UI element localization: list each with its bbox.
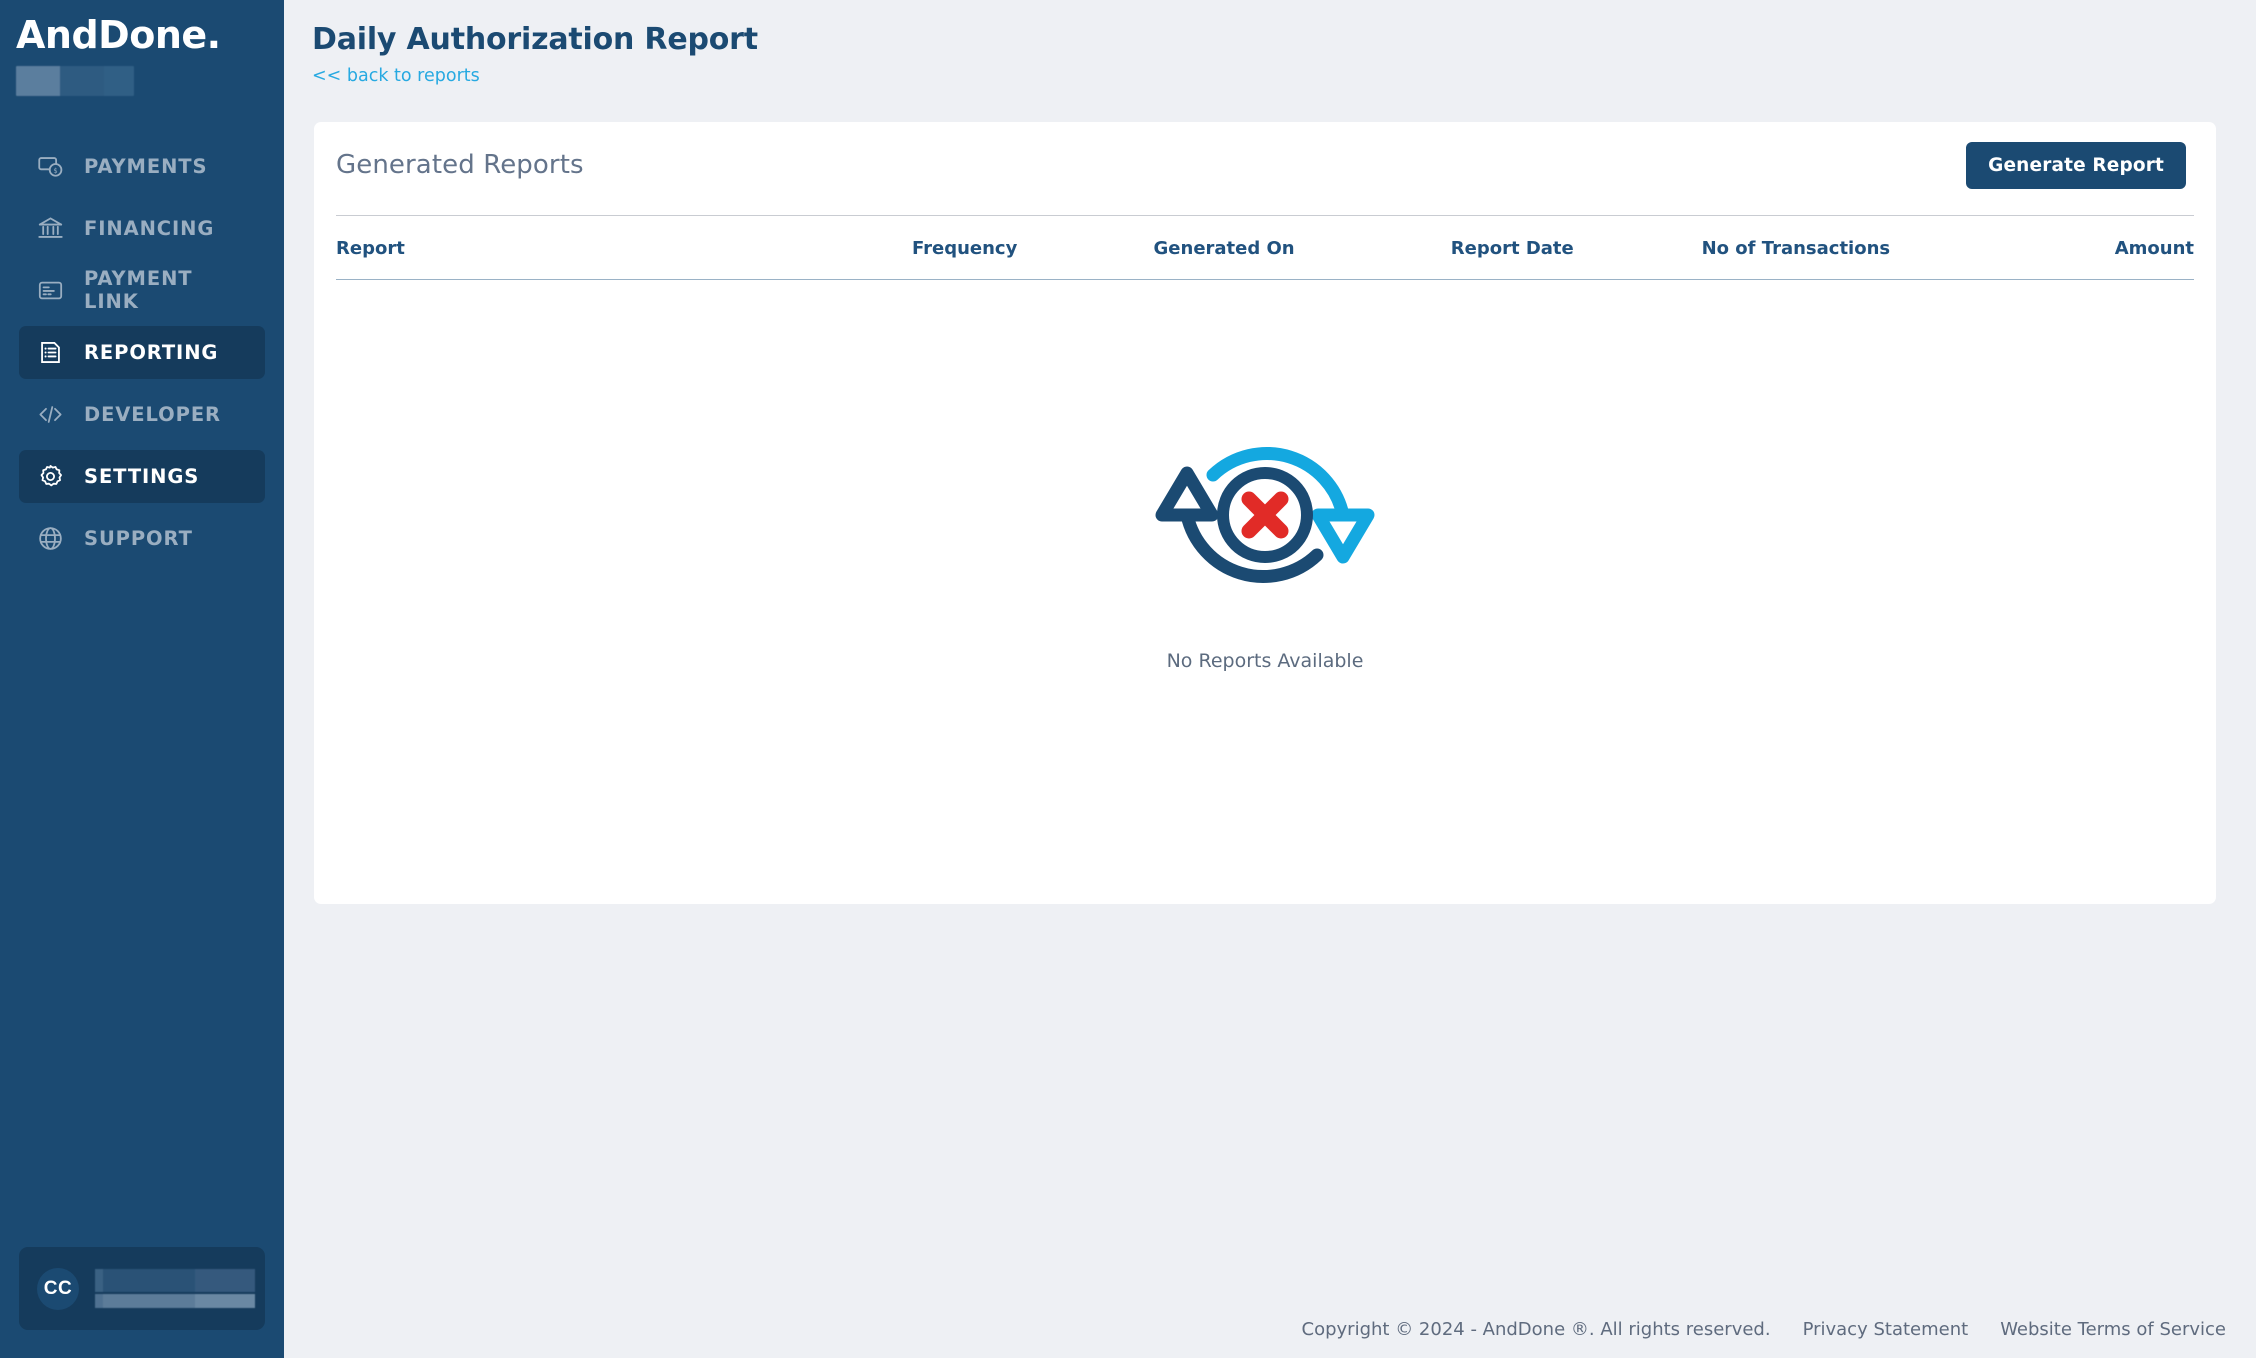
column-header-no-of-transactions[interactable]: No of Transactions <box>1701 216 1981 280</box>
svg-text:$: $ <box>53 167 57 175</box>
column-header-amount[interactable]: Amount <box>1980 216 2194 280</box>
redacted-user-details <box>95 1269 255 1308</box>
footer: Copyright © 2024 - AndDone ®. All rights… <box>1302 1319 2226 1340</box>
column-header-report-date[interactable]: Report Date <box>1450 216 1702 280</box>
reports-table: Report Frequency Generated On Report Dat… <box>336 216 2194 280</box>
column-header-frequency[interactable]: Frequency <box>911 216 1154 280</box>
sidebar-item-label: PAYMENT LINK <box>84 267 193 314</box>
brand[interactable]: AndDone. <box>0 0 284 96</box>
gear-icon <box>36 462 65 491</box>
redacted-account-name <box>16 65 134 96</box>
column-header-report[interactable]: Report <box>336 216 912 280</box>
brand-logo: AndDone. <box>16 13 284 57</box>
sidebar-item-settings[interactable]: SETTINGS <box>19 449 265 503</box>
footer-copyright: Copyright © 2024 - AndDone ®. All rights… <box>1301 1319 1771 1340</box>
back-to-reports-link[interactable]: << back to reports <box>312 66 480 86</box>
footer-privacy-link[interactable]: Privacy Statement <box>1803 1319 1969 1340</box>
sidebar-item-label: PAYMENTS <box>84 154 208 178</box>
card-title: Generated Reports <box>336 150 584 180</box>
sidebar-item-label: FINANCING <box>84 216 215 240</box>
empty-state: No Reports Available <box>314 390 2216 672</box>
sidebar-item-label: SETTINGS <box>84 464 200 488</box>
sidebar-item-payment-link[interactable]: PAYMENT LINK <box>19 264 265 317</box>
card-icon <box>36 276 65 305</box>
sidebar-nav: $ PAYMENTS FINANCING PAYMENT LINK REPORT… <box>0 140 284 565</box>
sidebar-item-support[interactable]: SUPPORT <box>19 512 265 565</box>
sidebar-item-reporting[interactable]: REPORTING <box>19 325 265 379</box>
footer-terms-link[interactable]: Website Terms of Service <box>2000 1319 2226 1340</box>
column-header-generated-on[interactable]: Generated On <box>1153 216 1451 280</box>
sidebar-item-label: REPORTING <box>84 340 219 364</box>
sidebar-item-label: SUPPORT <box>84 526 193 550</box>
brand-logo-text: AndDone <box>16 13 207 57</box>
empty-state-message: No Reports Available <box>1166 650 1364 672</box>
code-icon <box>36 400 65 429</box>
sidebar-item-payments[interactable]: $ PAYMENTS <box>19 140 265 193</box>
sidebar-item-label: DEVELOPER <box>84 402 221 426</box>
payments-icon: $ <box>36 152 65 181</box>
generated-reports-card: Generated Reports Generate Report Report… <box>314 122 2216 904</box>
sidebar-item-developer[interactable]: DEVELOPER <box>19 388 265 441</box>
report-doc-icon <box>36 338 65 367</box>
avatar: CC <box>37 1267 79 1310</box>
sidebar-item-financing[interactable]: FINANCING <box>19 202 265 255</box>
no-reports-illustration <box>1155 447 1375 583</box>
table-header-row: Report Frequency Generated On Report Dat… <box>336 216 2194 280</box>
bank-icon <box>36 214 65 243</box>
page-header: Daily Authorization Report << back to re… <box>284 0 2256 86</box>
main-content: Daily Authorization Report << back to re… <box>284 0 2256 1358</box>
app-root: AndDone. $ PAYMENTS FINANCING PAYMENT LI… <box>0 0 2256 1358</box>
redacted-user-email <box>95 1294 255 1308</box>
brand-logo-dot: . <box>206 13 221 57</box>
sidebar: AndDone. $ PAYMENTS FINANCING PAYMENT LI… <box>0 0 284 1358</box>
generate-report-button[interactable]: Generate Report <box>1966 142 2186 189</box>
reports-table-head: Report Frequency Generated On Report Dat… <box>336 216 2194 280</box>
globe-icon <box>36 524 65 553</box>
page-title: Daily Authorization Report <box>312 22 758 57</box>
user-profile-card[interactable]: CC <box>19 1247 265 1330</box>
redacted-user-name <box>95 1269 255 1292</box>
card-header: Generated Reports Generate Report <box>314 122 2216 189</box>
reports-table-wrapper: Report Frequency Generated On Report Dat… <box>314 216 2216 280</box>
